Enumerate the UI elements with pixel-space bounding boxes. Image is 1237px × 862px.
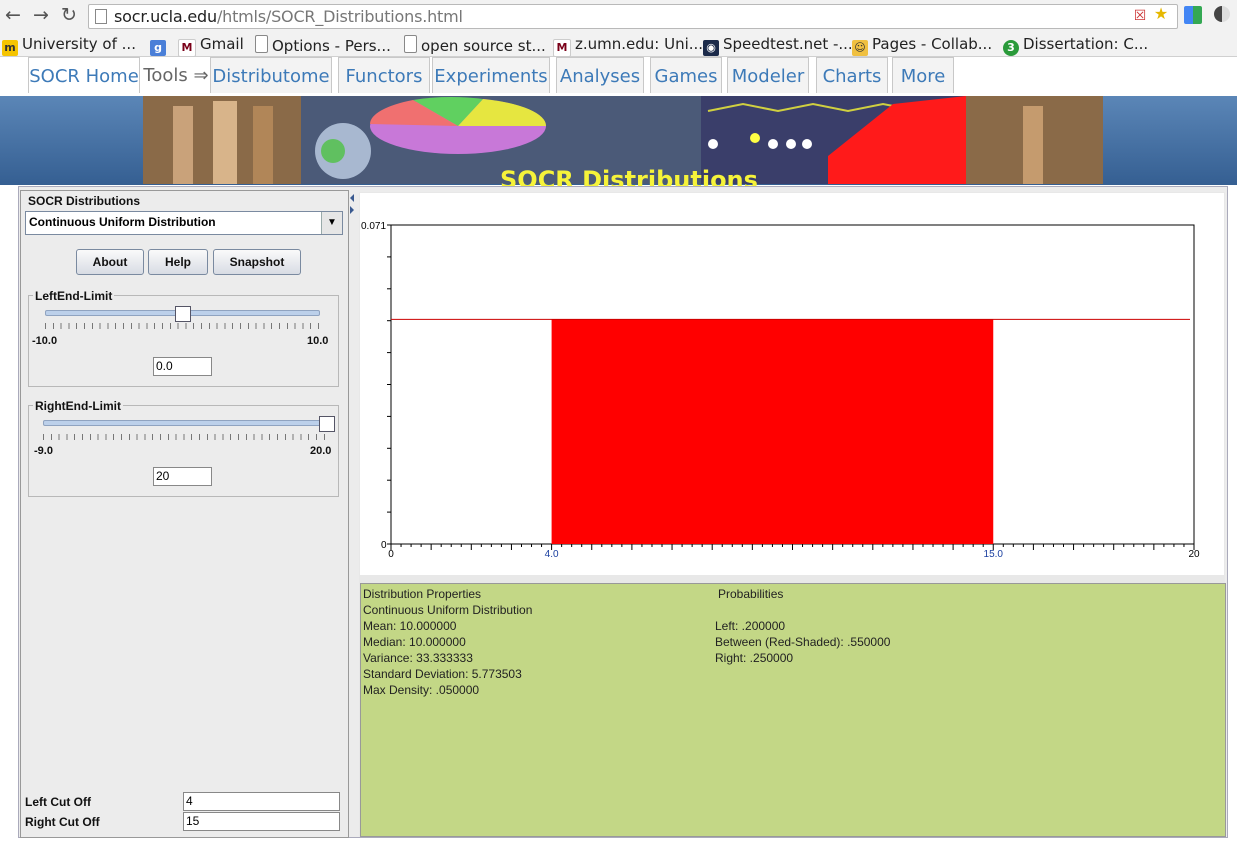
properties-panel: Distribution Properties Continuous Unifo… [360, 583, 1226, 837]
url-host: socr.ucla.edu [114, 7, 217, 26]
snapshot-button[interactable]: Snapshot [213, 249, 301, 275]
split-pane-divider[interactable] [349, 190, 357, 836]
density-chart: 0 4.0 15.0 20 0.071 0 [361, 221, 1200, 560]
left-limit-min: -10.0 [32, 335, 58, 347]
probability-left: Left: .200000 [715, 619, 786, 633]
properties-mean: Mean: 10.000000 [363, 619, 457, 633]
left-limit-label: LeftEnd-Limit [33, 289, 115, 303]
right-limit-slider-thumb[interactable] [319, 416, 335, 432]
left-limit-value-input[interactable]: 0.0 [153, 357, 212, 376]
bookmark-label: Speedtest.net -... [723, 35, 853, 53]
bookmark-umn[interactable]: Mz.umn.edu: Uni... [553, 35, 703, 57]
reload-icon[interactable]: ↻ [58, 4, 80, 26]
umn-icon: M [553, 39, 571, 57]
about-button[interactable]: About [76, 249, 144, 275]
tab-socr-home[interactable]: SOCR Home [28, 57, 140, 93]
back-icon[interactable]: ← [2, 4, 24, 26]
left-limit-max: 10.0 [307, 335, 329, 347]
x-tick-label: 0 [388, 549, 394, 560]
bookmark-label: Dissertation: C... [1023, 35, 1149, 53]
bookmark-gmail[interactable]: M Gmail [178, 35, 244, 57]
panel-title: SOCR Distributions [28, 194, 141, 208]
distribution-select-value: Continuous Uniform Distribution [29, 215, 216, 229]
chart-area: 0 4.0 15.0 20 0.071 0 [360, 193, 1224, 575]
tab-charts[interactable]: Charts [816, 57, 888, 93]
y-max-label: 0.071 [361, 221, 386, 232]
browser-toolbar: ← → ↻ socr.ucla.edu/htmls/SOCR_Distribut… [0, 0, 1237, 32]
bookmark-label: University of ... [22, 35, 136, 53]
shaded-region [551, 319, 994, 544]
y-min-label: 0 [381, 540, 387, 551]
bookmark-options[interactable]: Options - Pers... [255, 35, 391, 55]
bookmark-dissertation[interactable]: 3 Dissertation: C... [1003, 35, 1148, 56]
bookmark-label: z.umn.edu: Uni... [575, 35, 704, 53]
dissertation-icon: 3 [1003, 40, 1019, 56]
address-bar[interactable]: socr.ucla.edu/htmls/SOCR_Distributions.h… [88, 4, 1178, 29]
bookmark-speedtest[interactable]: ◉ Speedtest.net -... [703, 35, 853, 56]
left-cutoff-input[interactable]: 4 [183, 792, 340, 811]
x-tick-label: 20 [1188, 549, 1200, 560]
tab-experiments[interactable]: Experiments [432, 57, 550, 93]
properties-sd: Standard Deviation: 5.773503 [363, 667, 522, 681]
bookmark-university[interactable]: m University of ... [2, 35, 136, 56]
bookmark-google[interactable]: g [150, 35, 170, 56]
google-extension-icon[interactable] [1184, 6, 1202, 24]
pages-icon: ☺ [852, 40, 868, 56]
bookmark-label: open source st... [421, 37, 546, 55]
bookmark-pages[interactable]: ☺ Pages - Collab... [852, 35, 992, 56]
bookmark-label: Pages - Collab... [872, 35, 993, 53]
site-nav: SOCR Home Tools ⇒ Distributome Functors … [0, 57, 1237, 96]
properties-max-density: Max Density: .050000 [363, 683, 480, 697]
bookmark-label: Gmail [200, 35, 244, 53]
left-limit-ticks [45, 323, 320, 329]
chevron-down-icon[interactable]: ▼ [321, 212, 342, 234]
blocked-popup-icon[interactable]: ☒ [1131, 6, 1149, 24]
properties-variance: Variance: 33.333333 [363, 651, 473, 665]
right-limit-track[interactable] [43, 420, 328, 426]
probability-right: Right: .250000 [715, 651, 794, 665]
bookmarks-bar: m University of ... g M Gmail Options - Pe… [0, 32, 1237, 57]
tab-modeler[interactable]: Modeler [727, 57, 809, 93]
google-icon: g [150, 40, 166, 56]
tab-analyses[interactable]: Analyses [556, 57, 644, 93]
properties-median: Median: 10.000000 [363, 635, 466, 649]
forward-icon[interactable]: → [30, 4, 52, 26]
properties-distribution-name: Continuous Uniform Distribution [363, 603, 533, 617]
gmail-icon: M [178, 39, 196, 57]
right-limit-value-input[interactable]: 20 [153, 467, 212, 486]
left-limit-slider-thumb[interactable] [174, 306, 191, 322]
bookmark-label: Options - Pers... [272, 37, 391, 55]
tab-distributome[interactable]: Distributome [210, 57, 332, 93]
collapse-left-icon[interactable] [350, 194, 354, 202]
tab-functors[interactable]: Functors [338, 57, 430, 93]
bookmark-opensource[interactable]: open source st... [404, 35, 546, 55]
page-icon [95, 9, 107, 24]
tab-tools[interactable]: Tools ⇒ [143, 57, 209, 92]
right-limit-max: 20.0 [310, 445, 332, 457]
right-limit-min: -9.0 [34, 445, 53, 457]
contrast-extension-icon[interactable] [1214, 6, 1230, 22]
page-icon [255, 35, 268, 53]
university-icon: m [2, 40, 18, 56]
right-limit-ticks [43, 434, 328, 440]
right-cutoff-input[interactable]: 15 [183, 812, 340, 831]
x-tick-label: 4.0 [545, 549, 559, 560]
control-panel [20, 190, 349, 838]
page-icon [404, 35, 417, 53]
tab-games[interactable]: Games [650, 57, 722, 93]
right-cutoff-label: Right Cut Off [25, 815, 100, 829]
help-button[interactable]: Help [148, 249, 208, 275]
tab-more[interactable]: More [892, 57, 954, 93]
speedtest-icon: ◉ [703, 40, 719, 56]
left-cutoff-label: Left Cut Off [25, 795, 91, 809]
url-path: /htmls/SOCR_Distributions.html [216, 7, 463, 26]
star-bookmark-icon[interactable]: ★ [1152, 6, 1170, 24]
properties-header: Distribution Properties [363, 587, 482, 601]
probabilities-header: Probabilities [718, 587, 784, 601]
x-tick-label: 15.0 [984, 549, 1004, 560]
collapse-right-icon[interactable] [350, 206, 354, 214]
distribution-select[interactable]: Continuous Uniform Distribution ▼ [25, 211, 343, 235]
probability-between: Between (Red-Shaded): .550000 [715, 635, 891, 649]
right-limit-label: RightEnd-Limit [33, 399, 123, 413]
